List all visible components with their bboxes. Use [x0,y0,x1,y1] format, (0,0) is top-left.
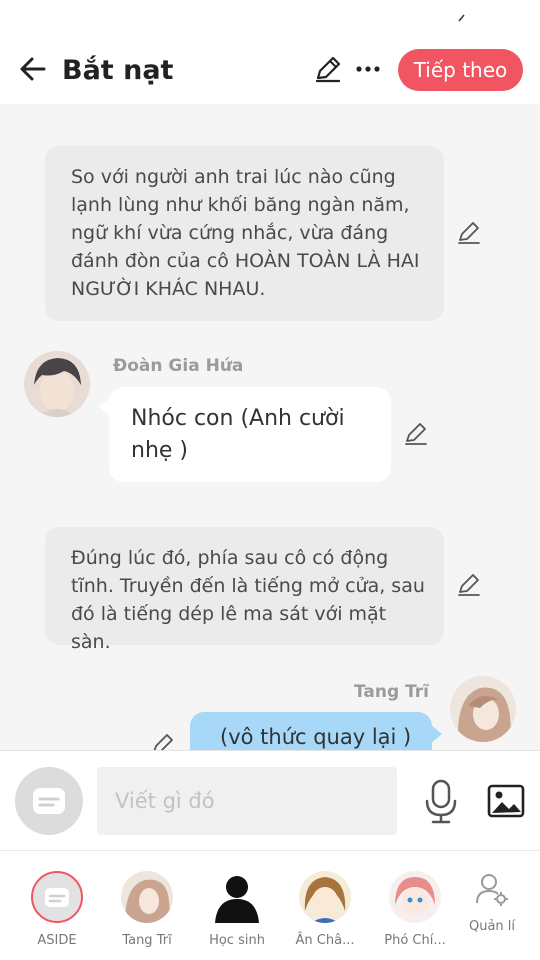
character-avatar [121,871,173,923]
character-bar: ASIDE Tang Trĩ Học sinh Ân Châ... Phó Ch… [0,850,540,960]
speaker-name: Tang Trĩ [354,682,430,702]
chat-area[interactable]: So với người anh trai lúc nào cũng lạnh … [0,104,540,750]
character-an-chau[interactable]: Ân Châ... [283,871,367,955]
character-label: Quản lí [468,919,516,934]
avatar-tang-tri[interactable] [450,676,516,742]
image-upload-icon[interactable] [486,781,526,821]
character-hoc-sinh[interactable]: Học sinh [195,871,279,955]
character-label: Học sinh [209,933,265,948]
next-button[interactable]: Tiếp theo [398,49,523,91]
character-pho-chi[interactable]: Phó Chí... [373,871,457,955]
manage-user-icon [476,874,508,906]
edit-message-pencil-icon[interactable] [456,220,482,246]
character-avatar [389,871,441,923]
edit-title-pencil-icon[interactable] [313,54,343,84]
status-bar [0,0,540,40]
edit-message-pencil-icon[interactable] [403,421,429,447]
page-title: Bắt nạt [62,55,174,86]
character-message-bubble[interactable]: Nhóc con (Anh cười nhẹ ) [99,387,391,482]
character-label: Tang Trĩ [122,933,172,948]
edit-message-pencil-icon[interactable] [150,732,176,750]
user-message-bubble[interactable]: (vô thức quay lại ) [190,712,442,750]
input-bar [0,750,540,850]
aside-avatar [31,871,83,923]
status-indicator-icon [458,14,465,22]
silhouette-avatar [211,871,263,923]
narration-bubble[interactable]: Đúng lúc đó, phía sau cô có động tĩnh. T… [45,527,444,653]
character-aside[interactable]: ASIDE [15,871,99,955]
message-input[interactable] [97,767,397,835]
narration-bubble[interactable]: So với người anh trai lúc nào cũng lạnh … [45,146,444,321]
microphone-icon[interactable] [423,777,459,825]
aside-chat-icon [45,888,69,907]
character-label: ASIDE [37,933,77,948]
edit-message-pencil-icon[interactable] [456,572,482,598]
header: Bắt nạt Tiếp theo [0,40,540,104]
speaker-name: Đoàn Gia Hứa [113,356,244,376]
aside-toggle-button[interactable] [15,767,83,835]
aside-chat-icon [33,788,65,814]
back-arrow-icon[interactable] [16,52,50,86]
manage-characters-button[interactable]: Quản lí [450,871,534,955]
character-label: Phó Chí... [384,933,446,948]
more-options-icon[interactable] [354,54,382,84]
avatar-doan-gia-hua[interactable] [24,351,90,417]
character-label: Ân Châ... [295,933,355,948]
character-tang-tri[interactable]: Tang Trĩ [105,871,189,955]
character-avatar [299,871,351,923]
